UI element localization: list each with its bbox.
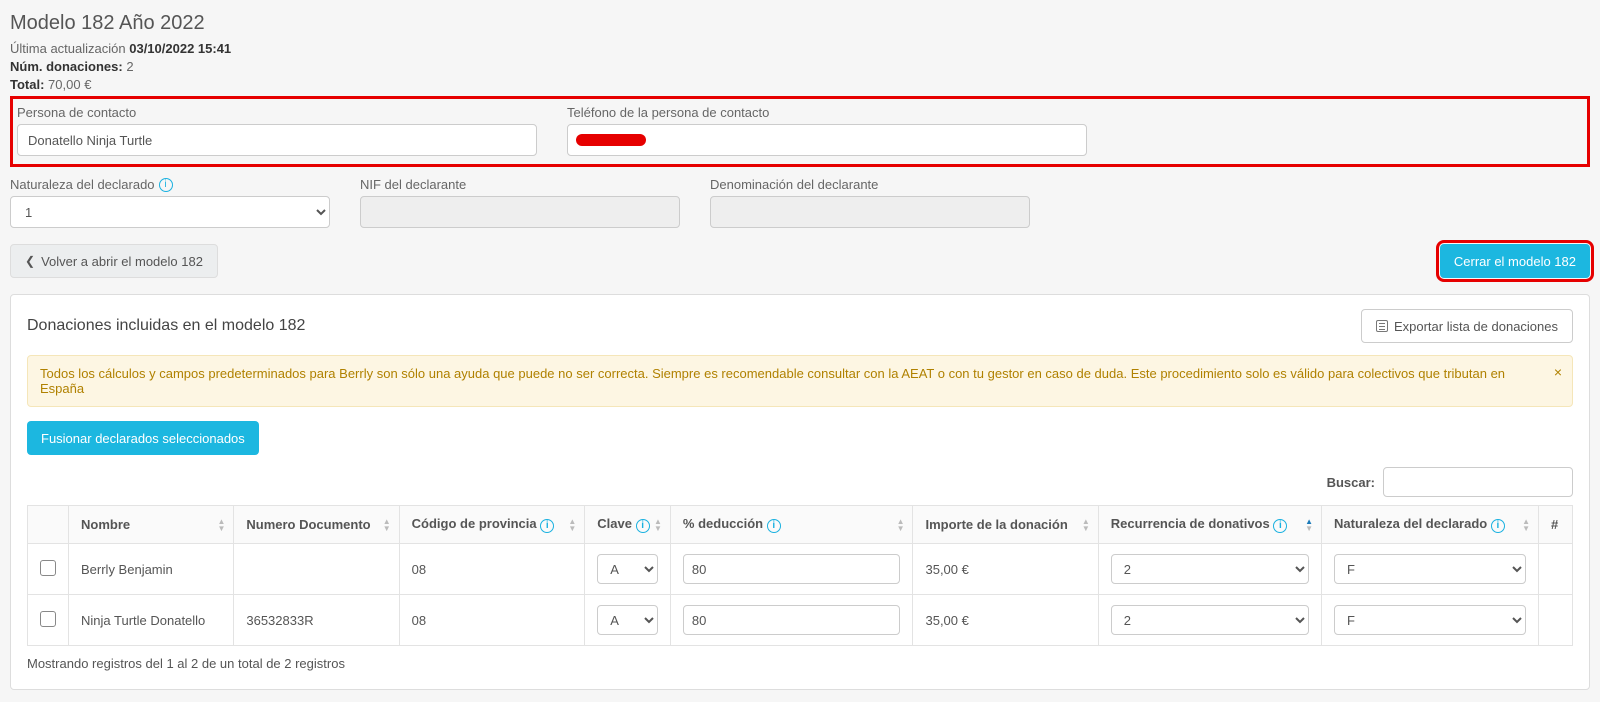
last-update-label: Última actualización: [10, 41, 126, 56]
info-icon[interactable]: i: [1273, 519, 1287, 533]
info-icon[interactable]: i: [159, 178, 173, 192]
info-icon[interactable]: i: [767, 519, 781, 533]
num-donations-value: 2: [126, 59, 133, 74]
donations-table: Nombre▲▼ Numero Documento▲▼ Código de pr…: [27, 505, 1573, 646]
contact-highlight-box: Persona de contacto Teléfono de la perso…: [10, 96, 1590, 167]
cell-numdoc: 36532833R: [234, 595, 399, 646]
chevron-left-icon: ❮: [25, 254, 35, 268]
cell-importe: 35,00 €: [913, 544, 1098, 595]
num-donations-line: Núm. donaciones: 2: [10, 59, 1590, 74]
naturaleza-select[interactable]: F: [1334, 554, 1526, 584]
nif-input[interactable]: [360, 196, 680, 228]
close-model-button[interactable]: Cerrar el modelo 182: [1440, 244, 1590, 278]
col-hash: #: [1539, 506, 1573, 544]
cell-numdoc: [234, 544, 399, 595]
list-icon: [1376, 320, 1388, 332]
contact-phone-input[interactable]: [567, 124, 1087, 156]
col-deduccion[interactable]: % deducción i▲▼: [670, 506, 913, 544]
contact-phone-label: Teléfono de la persona de contacto: [567, 105, 1087, 120]
denominacion-label: Denominación del declarante: [710, 177, 1030, 192]
cell-importe: 35,00 €: [913, 595, 1098, 646]
info-icon[interactable]: i: [636, 519, 650, 533]
last-update-line: Última actualización 03/10/2022 15:41: [10, 41, 1590, 56]
clave-select[interactable]: A: [597, 554, 658, 584]
naturaleza-select[interactable]: 1: [10, 196, 330, 228]
info-icon[interactable]: i: [1491, 519, 1505, 533]
contact-person-label: Persona de contacto: [17, 105, 537, 120]
table-row: Ninja Turtle Donatello36532833R08 A 35,00 …: [28, 595, 1573, 646]
nif-label: NIF del declarante: [360, 177, 680, 192]
alert-text: Todos los cálculos y campos predetermina…: [40, 366, 1505, 396]
search-input[interactable]: [1383, 467, 1573, 497]
merge-selected-button[interactable]: Fusionar declarados seleccionados: [27, 421, 259, 455]
col-importe[interactable]: Importe de la donación▲▼: [913, 506, 1098, 544]
search-label: Buscar:: [1327, 475, 1375, 490]
total-line: Total: 70,00 €: [10, 77, 1590, 92]
contact-person-input[interactable]: [17, 124, 537, 156]
col-naturaleza[interactable]: Naturaleza del declarado i▲▼: [1322, 506, 1539, 544]
denominacion-input[interactable]: [710, 196, 1030, 228]
reopen-model-button[interactable]: ❮ Volver a abrir el modelo 182: [10, 244, 218, 278]
table-footer-info: Mostrando registros del 1 al 2 de un tot…: [27, 656, 1573, 671]
close-alert-icon[interactable]: ×: [1554, 364, 1562, 380]
deduccion-input[interactable]: [683, 605, 901, 635]
last-update-value: 03/10/2022 15:41: [129, 41, 231, 56]
recurrencia-select[interactable]: 2: [1111, 605, 1309, 635]
cell-nombre: Ninja Turtle Donatello: [69, 595, 234, 646]
recurrencia-select[interactable]: 2: [1111, 554, 1309, 584]
warning-alert: Todos los cálculos y campos predetermina…: [27, 355, 1573, 407]
cell-nombre: Berrly Benjamin: [69, 544, 234, 595]
deduccion-input[interactable]: [683, 554, 901, 584]
num-donations-label: Núm. donaciones:: [10, 59, 123, 74]
naturaleza-label: Naturaleza del declarado i: [10, 177, 330, 192]
cell-provincia: 08: [399, 544, 585, 595]
total-value: 70,00 €: [48, 77, 91, 92]
page-title: Modelo 182 Año 2022: [10, 12, 1590, 35]
row-checkbox[interactable]: [40, 560, 56, 576]
row-checkbox[interactable]: [40, 611, 56, 627]
clave-select[interactable]: A: [597, 605, 658, 635]
table-row: Berrly Benjamin 08 A 35,00 € 2F: [28, 544, 1573, 595]
naturaleza-select[interactable]: F: [1334, 605, 1526, 635]
redacted-phone-icon: [576, 134, 646, 146]
cell-provincia: 08: [399, 595, 585, 646]
col-nombre[interactable]: Nombre▲▼: [69, 506, 234, 544]
export-donations-button[interactable]: Exportar lista de donaciones: [1361, 309, 1573, 343]
donations-panel: Donaciones incluidas en el modelo 182 Ex…: [10, 294, 1590, 690]
info-icon[interactable]: i: [540, 519, 554, 533]
col-recurrencia[interactable]: Recurrencia de donativos i▲▼: [1098, 506, 1321, 544]
col-provincia[interactable]: Código de provincia i▲▼: [399, 506, 585, 544]
panel-title: Donaciones incluidas en el modelo 182: [27, 317, 305, 335]
col-numdoc[interactable]: Numero Documento▲▼: [234, 506, 399, 544]
col-clave[interactable]: Clave i▲▼: [585, 506, 671, 544]
total-label: Total:: [10, 77, 44, 92]
